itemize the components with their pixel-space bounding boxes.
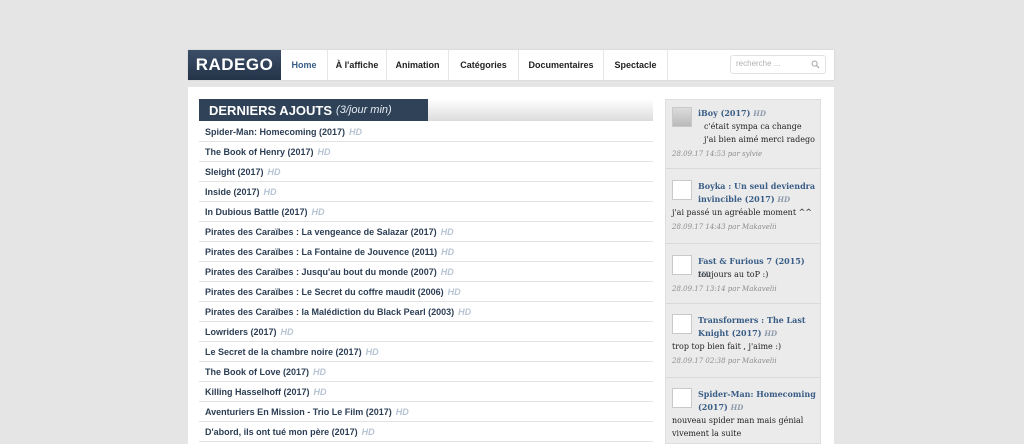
section-header: DERNIERS AJOUTS (3/jour min): [199, 99, 653, 121]
movie-title[interactable]: Inside (2017): [205, 187, 260, 197]
comment-movie-link[interactable]: Boyka : Un seul deviendra invincible (20…: [698, 180, 816, 206]
movie-title[interactable]: In Dubious Battle (2017): [205, 207, 308, 217]
hd-badge: HD: [313, 366, 327, 377]
hd-badge: HD: [753, 109, 766, 118]
comment-movie-title[interactable]: Fast & Furious 7 (2015): [698, 256, 805, 266]
comment-text: trop top bien fait , j'aime :): [672, 342, 782, 351]
comment-text: c'était sympa ca change j'ai bien aimé m…: [704, 122, 815, 144]
hd-badge: HD: [730, 403, 744, 412]
hd-badge: HD: [365, 346, 379, 357]
movie-title[interactable]: The Book of Henry (2017): [205, 147, 314, 157]
movie-title[interactable]: D'abord, ils ont tué mon père (2017): [205, 427, 358, 437]
hd-badge: HD: [311, 206, 325, 217]
latest-movies-list: Spider-Man: Homecoming (2017) HD The Book…: [199, 122, 653, 442]
movie-title[interactable]: Pirates des Caraïbes : La vengeance de S…: [205, 227, 437, 237]
movie-title[interactable]: Le Secret de la chambre noire (2017): [205, 347, 362, 357]
movie-title[interactable]: Lowriders (2017): [205, 327, 277, 337]
movie-row[interactable]: Lowriders (2017) HD: [199, 322, 653, 342]
section-title: DERNIERS AJOUTS: [209, 102, 333, 118]
movie-thumbnail[interactable]: [672, 255, 692, 275]
comment-divider: [666, 243, 820, 244]
movie-title[interactable]: Spider-Man: Homecoming (2017): [205, 127, 345, 137]
comment-divider: [666, 168, 820, 169]
comment-meta: 28.09.17 02:38 par Makavelii: [672, 357, 777, 365]
movie-thumbnail[interactable]: [672, 180, 692, 200]
section-subtitle: (3/jour min): [336, 104, 392, 116]
movie-title[interactable]: Pirates des Caraïbes : Jusqu'au bout du …: [205, 267, 437, 277]
nav-item-spectacle[interactable]: Spectacle: [604, 50, 668, 80]
comment-text: nouveau spider man mais génial vivement …: [672, 416, 804, 438]
nav-item-a-l-affiche[interactable]: À l'affiche: [328, 50, 387, 80]
comment-meta: 28.09.17 14:53 par sylvie: [672, 150, 763, 158]
hd-badge: HD: [267, 166, 281, 177]
movie-row[interactable]: The Book of Henry (2017) HD: [199, 142, 653, 162]
movie-row[interactable]: Pirates des Caraïbes : La vengeance de S…: [199, 222, 653, 242]
comment-text: toujours au toP :): [698, 270, 769, 279]
movie-row[interactable]: The Book of Love (2017) HD: [199, 362, 653, 382]
movie-title[interactable]: Pirates des Caraïbes : La Fontaine de Jo…: [205, 247, 437, 257]
nav-item-animation[interactable]: Animation: [387, 50, 449, 80]
movie-row[interactable]: Le Secret de la chambre noire (2017) HD: [199, 342, 653, 362]
comment-movie-title[interactable]: iBoy (2017): [698, 108, 750, 118]
movie-row[interactable]: Aventuriers En Mission - Trio Le Film (2…: [199, 402, 653, 422]
movie-row[interactable]: Killing Hasselhoff (2017) HD: [199, 382, 653, 402]
search-icon[interactable]: [811, 60, 820, 69]
movie-title[interactable]: Pirates des Caraïbes : Le Secret du coff…: [205, 287, 444, 297]
nav-item-home[interactable]: Home: [281, 50, 328, 80]
hd-badge: HD: [361, 426, 375, 437]
section-label: DERNIERS AJOUTS (3/jour min): [199, 99, 428, 121]
search-placeholder: recherche ...: [736, 59, 781, 68]
movie-row[interactable]: Pirates des Caraïbes : la Malédiction du…: [199, 302, 653, 322]
hd-badge: HD: [777, 195, 791, 204]
comment-movie-title[interactable]: Boyka : Un seul deviendra invincible (20…: [698, 181, 815, 204]
movie-row[interactable]: D'abord, ils ont tué mon père (2017) HD: [199, 422, 653, 442]
movie-thumbnail[interactable]: [672, 107, 692, 127]
movie-row[interactable]: Inside (2017) HD: [199, 182, 653, 202]
hd-badge: HD: [349, 126, 363, 137]
hd-badge: HD: [280, 326, 294, 337]
movie-thumbnail[interactable]: [672, 314, 692, 334]
site-logo[interactable]: RADEGO: [188, 50, 281, 80]
comment-movie-title[interactable]: Transformers : The Last Knight (2017): [698, 315, 806, 338]
main-content: DERNIERS AJOUTS (3/jour min) Spider-Man:…: [188, 87, 834, 444]
comment-movie-link[interactable]: Transformers : The Last Knight (2017) HD: [698, 314, 816, 340]
movie-thumbnail[interactable]: [672, 388, 692, 408]
nav-item-categories[interactable]: Catégories: [449, 50, 519, 80]
comment-movie-link[interactable]: Spider-Man: Homecoming (2017) HD: [698, 388, 816, 414]
hd-badge: HD: [317, 146, 331, 157]
hd-badge: HD: [395, 406, 409, 417]
comment-movie-title[interactable]: Spider-Man: Homecoming (2017): [698, 389, 816, 412]
comment-text: j'ai passé un agréable moment ^^: [672, 208, 812, 217]
hd-badge: HD: [764, 329, 778, 338]
comment-divider: [666, 377, 820, 378]
hd-badge: HD: [263, 186, 277, 197]
comment-divider: [666, 303, 820, 304]
top-navigation-bar: RADEGO Home À l'affiche Animation Catégo…: [188, 50, 834, 80]
hd-badge: HD: [440, 226, 454, 237]
comment-meta: 28.09.17 14:43 par Makavelii: [672, 223, 777, 231]
movie-title[interactable]: Killing Hasselhoff (2017): [205, 387, 310, 397]
movie-row[interactable]: Spider-Man: Homecoming (2017) HD: [199, 122, 653, 142]
nav-item-documentaires[interactable]: Documentaires: [519, 50, 604, 80]
hd-badge: HD: [458, 306, 472, 317]
movie-row[interactable]: Pirates des Caraïbes : La Fontaine de Jo…: [199, 242, 653, 262]
recent-comments-sidebar: iBoy (2017) HD c'était sympa ca change j…: [665, 99, 821, 444]
search-input[interactable]: recherche ...: [730, 55, 826, 74]
hd-badge: HD: [447, 286, 461, 297]
movie-title[interactable]: Pirates des Caraïbes : la Malédiction du…: [205, 307, 454, 317]
comment-meta: 28.09.17 13:14 par Makavelii: [672, 285, 777, 293]
hd-badge: HD: [441, 246, 455, 257]
hd-badge: HD: [313, 386, 327, 397]
movie-title[interactable]: Aventuriers En Mission - Trio Le Film (2…: [205, 407, 392, 417]
main-nav: Home À l'affiche Animation Catégories Do…: [281, 50, 668, 80]
movie-row[interactable]: In Dubious Battle (2017) HD: [199, 202, 653, 222]
movie-title[interactable]: Sleight (2017): [205, 167, 264, 177]
movie-row[interactable]: Sleight (2017) HD: [199, 162, 653, 182]
movie-title[interactable]: The Book of Love (2017): [205, 367, 309, 377]
comment-movie-link[interactable]: iBoy (2017) HD: [698, 107, 816, 120]
hd-badge: HD: [440, 266, 454, 277]
movie-row[interactable]: Pirates des Caraïbes : Le Secret du coff…: [199, 282, 653, 302]
movie-row[interactable]: Pirates des Caraïbes : Jusqu'au bout du …: [199, 262, 653, 282]
